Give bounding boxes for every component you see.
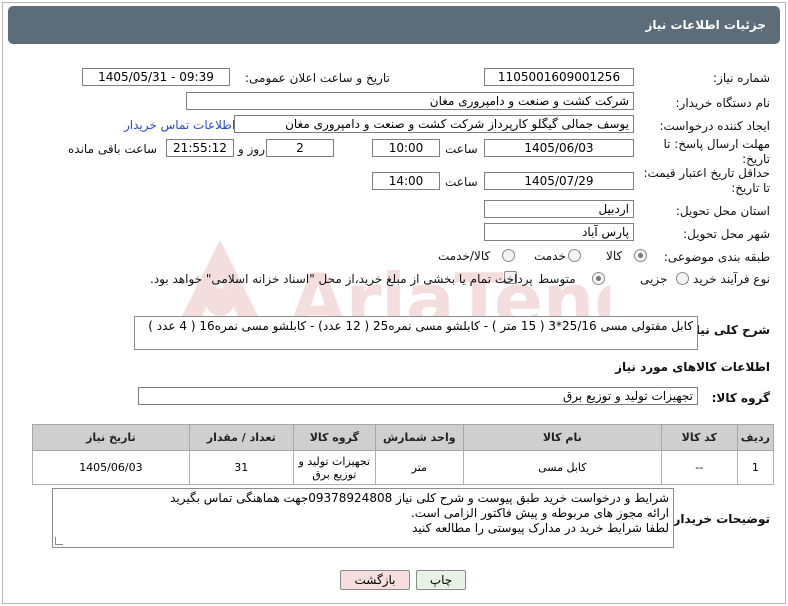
cell-qty: 31 bbox=[188, 450, 294, 485]
radio-goods-service-label: کالا/خدمت bbox=[438, 249, 491, 263]
col-group: گروه کالا bbox=[292, 424, 376, 451]
category-label: طبقه بندی موضوعی: bbox=[663, 250, 770, 264]
min-price-date-field[interactable]: 1405/07/29 bbox=[484, 172, 634, 190]
col-code: کد کالا bbox=[660, 424, 738, 451]
deadline-date-field[interactable]: 1405/06/03 bbox=[484, 139, 634, 157]
remaining-label: ساعت باقی مانده bbox=[68, 142, 158, 156]
page-header: جزئیات اطلاعات نیاز bbox=[8, 6, 780, 44]
cell-row: 1 bbox=[736, 450, 775, 485]
province-label: استان محل تحویل: bbox=[675, 204, 770, 218]
radio-minor-label: جزیی bbox=[640, 272, 668, 286]
min-price-time-field[interactable]: 14:00 bbox=[372, 172, 440, 190]
resize-grip-icon[interactable] bbox=[55, 537, 63, 545]
col-row: ردیف bbox=[736, 424, 775, 451]
cell-unit: متر bbox=[374, 450, 464, 485]
buyer-org-label: نام دستگاه خریدار: bbox=[675, 96, 771, 110]
cell-code: -- bbox=[660, 450, 738, 485]
radio-medium[interactable] bbox=[592, 272, 605, 285]
buyer-org-field[interactable]: شرکت کشت و صنعت و دامپروری مغان bbox=[186, 92, 634, 110]
province-field[interactable]: اردبیل bbox=[484, 200, 634, 218]
goods-group-field[interactable]: تجهیزات تولید و توزیع برق bbox=[138, 387, 698, 405]
process-label: نوع فرآیند خرید : bbox=[685, 272, 770, 286]
col-qty: تعداد / مقدار bbox=[188, 424, 294, 451]
remaining-time-field[interactable]: 21:55:12 bbox=[166, 139, 234, 157]
goods-info-title: اطلاعات کالاهای مورد نیاز bbox=[615, 360, 770, 374]
days-label: روز و bbox=[238, 142, 265, 156]
announce-field[interactable]: 1405/05/31 - 09:39 bbox=[82, 68, 230, 86]
page-title: جزئیات اطلاعات نیاز bbox=[645, 18, 766, 32]
need-number-field[interactable]: 1105001609001256 bbox=[484, 68, 634, 86]
radio-goods-label: کالا bbox=[606, 249, 623, 263]
goods-group-label: گروه کالا: bbox=[711, 391, 770, 405]
payment-note: پرداخت تمام یا بخشی از مبلغ خرید،از محل … bbox=[150, 272, 533, 286]
col-date: تاریخ نیاز bbox=[32, 424, 190, 451]
radio-goods-service[interactable] bbox=[502, 249, 515, 262]
description-text: کابل مفتولی مسی 25/16*3 ( 15 متر ) - کاب… bbox=[148, 319, 693, 333]
creator-label: ایجاد کننده درخواست: bbox=[659, 119, 770, 133]
cell-name: کابل مسی bbox=[462, 450, 662, 485]
creator-field[interactable]: یوسف جمالی گیگلو کارپرداز شرکت کشت و صنع… bbox=[234, 115, 634, 133]
deadline-time-field[interactable]: 10:00 bbox=[372, 139, 440, 157]
contact-buyer-link[interactable]: اطلاعات تماس خریدار bbox=[124, 118, 235, 132]
cell-group: تجهیزات تولید و توزیع برق bbox=[292, 450, 376, 485]
radio-service[interactable] bbox=[568, 249, 581, 262]
description-textarea[interactable]: کابل مفتولی مسی 25/16*3 ( 15 متر ) - کاب… bbox=[134, 316, 698, 350]
buyer-notes-line: لطفا شرایط خرید در مدارک پیوستی را مطالع… bbox=[412, 521, 669, 535]
radio-goods[interactable] bbox=[634, 249, 647, 262]
announce-label: تاریخ و ساعت اعلان عمومی: bbox=[245, 71, 390, 85]
buyer-notes-label: توضیحات خریدار: bbox=[668, 512, 770, 526]
min-price-label: حداقل تاریخ اعتبار قیمت: تا تاریخ: bbox=[643, 166, 770, 195]
need-number-label: شماره نیاز: bbox=[713, 71, 770, 85]
radio-medium-label: متوسط bbox=[538, 272, 576, 286]
table-header-row: ردیف کد کالا نام کالا واحد شمارش گروه کا… bbox=[32, 424, 775, 451]
radio-minor[interactable] bbox=[676, 272, 689, 285]
buyer-notes-line: ارائه مجوز های مربوطه و پیش فاکتور الزام… bbox=[410, 506, 669, 520]
days-field[interactable]: 2 bbox=[266, 139, 334, 157]
cell-date: 1405/06/03 bbox=[32, 450, 190, 485]
min-price-time-label: ساعت bbox=[445, 175, 478, 189]
col-unit: واحد شمارش bbox=[374, 424, 464, 451]
buyer-notes-textarea[interactable]: شرایط و درخواست خرید طبق پیوست و شرح کلی… bbox=[52, 488, 674, 548]
radio-service-label: خدمت bbox=[534, 249, 566, 263]
col-name: نام کالا bbox=[462, 424, 662, 451]
deadline-time-label: ساعت bbox=[445, 142, 478, 156]
city-label: شهر محل تحویل: bbox=[683, 227, 770, 241]
items-table: ردیف کد کالا نام کالا واحد شمارش گروه کا… bbox=[32, 424, 775, 485]
city-field[interactable]: پارس آباد bbox=[484, 223, 634, 241]
buyer-notes-line: شرایط و درخواست خرید طبق پیوست و شرح کلی… bbox=[170, 491, 669, 505]
print-button[interactable]: چاپ bbox=[416, 570, 466, 590]
table-row[interactable]: 1 -- کابل مسی متر تجهیزات تولید و توزیع … bbox=[32, 450, 775, 485]
deadline-label: مهلت ارسال پاسخ: تا تاریخ: bbox=[663, 137, 770, 166]
back-button[interactable]: بازگشت bbox=[340, 570, 410, 590]
